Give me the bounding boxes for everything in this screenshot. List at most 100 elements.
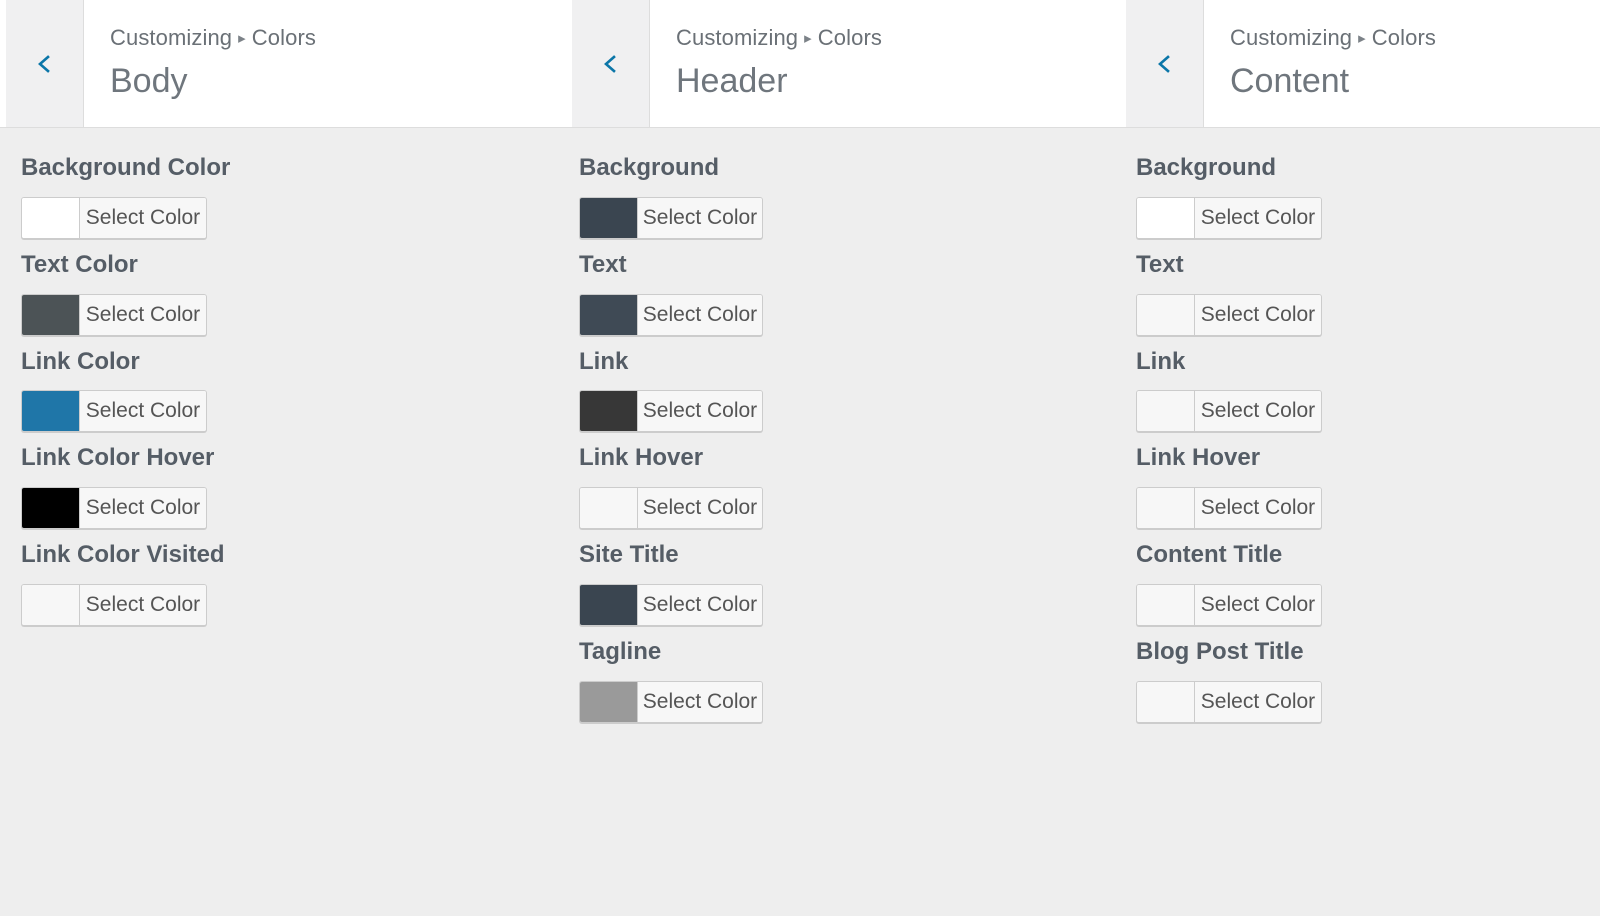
breadcrumb-root: Customizing [676,25,798,50]
color-picker-button[interactable]: Select Color [21,390,207,432]
page-title: Content [1230,60,1600,103]
control-tagline: Tagline Select Color [579,638,1120,727]
control-background: Background Select Color [579,154,1120,243]
control-label: Text [1136,251,1600,280]
color-swatch [580,488,638,528]
breadcrumb-root: Customizing [110,25,232,50]
control-label: Site Title [579,541,1120,570]
control-label: Background [1136,154,1600,183]
control-link-color: Link Color Select Color [21,348,566,437]
control-label: Text [579,251,1120,280]
color-swatch [580,391,638,431]
chevron-left-icon [34,53,56,75]
color-picker-button[interactable]: Select Color [1136,390,1322,432]
breadcrumb-separator-icon: ▸ [1358,30,1366,49]
color-swatch [22,295,80,335]
select-color-label: Select Color [638,198,762,238]
control-label: Blog Post Title [1136,638,1600,667]
panel-header: Customizing ▸ Colors Content [1120,0,1600,128]
control-label: Tagline [579,638,1120,667]
control-label: Background [579,154,1120,183]
select-color-label: Select Color [80,198,206,238]
breadcrumb-section: Colors [1372,25,1436,50]
control-link: Link Select Color [1136,348,1600,437]
color-swatch [22,488,80,528]
panel-header-text: Customizing ▸ Colors Body [84,0,566,127]
color-picker-button[interactable]: Select Color [1136,681,1322,723]
controls-list: Background Select Color Text Select Colo… [1120,128,1600,727]
color-swatch [580,295,638,335]
control-background-color: Background Color Select Color [21,154,566,243]
select-color-label: Select Color [638,391,762,431]
select-color-label: Select Color [638,295,762,335]
select-color-label: Select Color [80,585,206,625]
select-color-label: Select Color [1195,391,1321,431]
color-picker-button[interactable]: Select Color [579,390,763,432]
breadcrumb: Customizing▸Colors [676,24,1120,52]
color-swatch [1137,488,1195,528]
select-color-label: Select Color [80,391,206,431]
breadcrumb-separator-icon: ▸ [238,30,246,49]
panel-header: Customizing ▸ Colors Body [0,0,566,128]
customizer-panel-header: Customizing▸Colors Header Background Sel… [566,0,1120,916]
control-text-color: Text Color Select Color [21,251,566,340]
color-picker-button[interactable]: Select Color [579,294,763,336]
page-title: Body [110,60,566,103]
color-picker-button[interactable]: Select Color [579,197,763,239]
select-color-label: Select Color [1195,295,1321,335]
control-site-title: Site Title Select Color [579,541,1120,630]
color-picker-button[interactable]: Select Color [1136,584,1322,626]
control-label: Link Color [21,348,566,377]
chevron-left-icon [600,53,622,75]
breadcrumb-root: Customizing [1230,25,1352,50]
panel-header-text: Customizing▸Colors Header [650,0,1120,127]
color-picker-button[interactable]: Select Color [1136,294,1322,336]
customizer-panels-screen: Customizing ▸ Colors Body Background Color… [0,0,1600,916]
back-button[interactable] [6,0,84,127]
select-color-label: Select Color [1195,585,1321,625]
control-link-hover: Link Hover Select Color [579,444,1120,533]
color-picker-button[interactable]: Select Color [21,584,207,626]
color-picker-button[interactable]: Select Color [21,197,207,239]
color-picker-button[interactable]: Select Color [1136,487,1322,529]
select-color-label: Select Color [1195,198,1321,238]
panel-header-text: Customizing ▸ Colors Content [1204,0,1600,127]
control-label: Content Title [1136,541,1600,570]
color-swatch [1137,585,1195,625]
select-color-label: Select Color [638,682,762,722]
chevron-left-icon [1154,53,1176,75]
color-swatch [22,585,80,625]
color-swatch [1137,682,1195,722]
control-text: Text Select Color [1136,251,1600,340]
control-label: Link Hover [579,444,1120,473]
customizer-panel-content: Customizing ▸ Colors Content Background Se… [1120,0,1600,916]
color-picker-button[interactable]: Select Color [579,487,763,529]
control-link-color-visited: Link Color Visited Select Color [21,541,566,630]
customizer-panel-body: Customizing ▸ Colors Body Background Color… [0,0,566,916]
color-picker-button[interactable]: Select Color [579,584,763,626]
color-swatch [580,682,638,722]
controls-list: Background Select Color Text Select Colo… [566,128,1120,727]
color-picker-button[interactable]: Select Color [1136,197,1322,239]
color-picker-button[interactable]: Select Color [21,487,207,529]
control-blog-post-title: Blog Post Title Select Color [1136,638,1600,727]
select-color-label: Select Color [80,295,206,335]
control-label: Link [1136,348,1600,377]
breadcrumb-separator-icon: ▸ [804,30,812,49]
color-swatch [580,585,638,625]
control-background: Background Select Color [1136,154,1600,243]
breadcrumb: Customizing ▸ Colors [110,24,566,52]
control-text: Text Select Color [579,251,1120,340]
select-color-label: Select Color [638,585,762,625]
back-button[interactable] [1126,0,1204,127]
control-label: Link Color Hover [21,444,566,473]
color-picker-button[interactable]: Select Color [579,681,763,723]
color-swatch [22,198,80,238]
back-button[interactable] [572,0,650,127]
control-content-title: Content Title Select Color [1136,541,1600,630]
breadcrumb-section: Colors [252,25,316,50]
color-picker-button[interactable]: Select Color [21,294,207,336]
control-label: Link Hover [1136,444,1600,473]
color-swatch [1137,391,1195,431]
control-label: Link Color Visited [21,541,566,570]
